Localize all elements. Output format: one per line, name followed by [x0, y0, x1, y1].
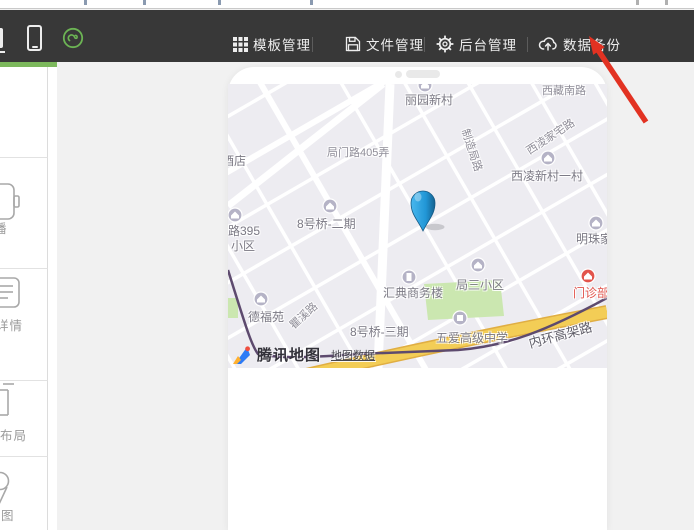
map-place-label: 门诊部 — [573, 287, 607, 299]
sidebar-item-label: 图 — [1, 505, 15, 524]
app-window: 模板管理 文件管理 — [0, 0, 694, 530]
map-artwork — [228, 84, 607, 368]
cloud-upload-icon — [538, 36, 558, 52]
phone-view-icon[interactable] — [27, 25, 42, 51]
menu-divider — [527, 37, 528, 52]
sidebar-item-label: 播 — [0, 218, 8, 237]
map-place-label: 8号桥-二期 — [297, 218, 356, 230]
pin-highlight — [415, 193, 422, 202]
browser-mark — [84, 0, 87, 5]
poi-glyph — [457, 315, 463, 321]
menu-label: 数据备份 — [563, 34, 621, 54]
menu-label: 后台管理 — [459, 34, 517, 54]
sidebar-item-layout[interactable]: 布局 — [0, 380, 48, 456]
sidebar-item-label: 布局 — [0, 425, 27, 444]
map-road-label: 局门路405弄 — [327, 148, 389, 159]
sidebar-spacer — [0, 67, 48, 157]
map-widget[interactable]: 丽园新村西藏南路制造局路西凌家宅路西凌新村一村酒店局门路405弄8号桥-二期路3… — [228, 84, 607, 368]
map-road-label: 西藏南路 — [542, 86, 586, 97]
map-place-label: 明珠家 — [576, 233, 607, 245]
map-attribution: 腾讯地图 地图数据 — [231, 344, 375, 365]
map-place-label: 德福苑 — [248, 311, 284, 323]
map-place-label: 8号桥-三期 — [350, 326, 409, 338]
sidebar-item-label: 详情 — [0, 315, 23, 334]
menu-data-backup[interactable]: 数据备份 — [538, 34, 621, 54]
sidebar-item-map[interactable]: 图 — [0, 456, 48, 530]
speaker-pill — [406, 70, 440, 78]
map-place-label: 汇典商务楼 — [383, 287, 443, 299]
browser-mark — [310, 0, 313, 5]
map-place-label: 局三小区 — [456, 279, 504, 291]
pin-shadow — [426, 224, 445, 230]
map-place-label: 丽园新村 — [405, 94, 453, 106]
menu-label: 模板管理 — [253, 34, 311, 54]
sidebar-item-detail[interactable]: 详情 — [0, 268, 48, 380]
monitor-icon-base — [0, 51, 5, 53]
map-place-label: 酒店 — [228, 155, 246, 167]
map-place-label: 五爱高级中学 — [436, 332, 508, 344]
layout-icon — [0, 382, 21, 424]
map-provider-name: 腾讯地图 — [257, 344, 321, 365]
browser-mark — [218, 0, 221, 5]
browser-mark — [665, 0, 668, 5]
topbar: 模板管理 文件管理 — [0, 10, 694, 62]
menu-divider — [312, 37, 313, 52]
grid-icon — [233, 37, 248, 52]
poi-glyph — [407, 273, 412, 281]
map-data-link[interactable]: 地图数据 — [331, 347, 375, 363]
browser-mark — [636, 0, 639, 5]
detail-icon — [0, 275, 24, 311]
browser-mark — [143, 0, 146, 5]
map-place-label: 西凌新村一村 — [511, 170, 583, 182]
save-icon — [345, 36, 361, 52]
sidebar-item-carousel[interactable]: 播 — [0, 157, 48, 268]
gear-icon — [436, 35, 454, 53]
menu-template-manage[interactable]: 模板管理 — [233, 34, 311, 54]
link-icon[interactable] — [61, 26, 85, 50]
map-pin-icon — [0, 470, 21, 510]
menu-backend-manage[interactable]: 后台管理 — [436, 34, 517, 54]
component-sidebar: 播 详情 — [0, 67, 57, 530]
monitor-icon[interactable] — [0, 28, 3, 48]
menu-file-manage[interactable]: 文件管理 — [345, 34, 424, 54]
camera-dot — [395, 71, 402, 78]
tencent-maps-logo-icon — [231, 345, 251, 365]
menu-label: 文件管理 — [366, 34, 424, 54]
poi-glyph — [421, 84, 429, 89]
menu-divider — [424, 37, 425, 52]
map-place-label: 路395 — [228, 225, 260, 237]
phone-preview: 丽园新村西藏南路制造局路西凌家宅路西凌新村一村酒店局门路405弄8号桥-二期路3… — [228, 67, 607, 530]
map-place-label: 小区 — [231, 240, 255, 252]
browser-edge-strip — [0, 0, 694, 9]
